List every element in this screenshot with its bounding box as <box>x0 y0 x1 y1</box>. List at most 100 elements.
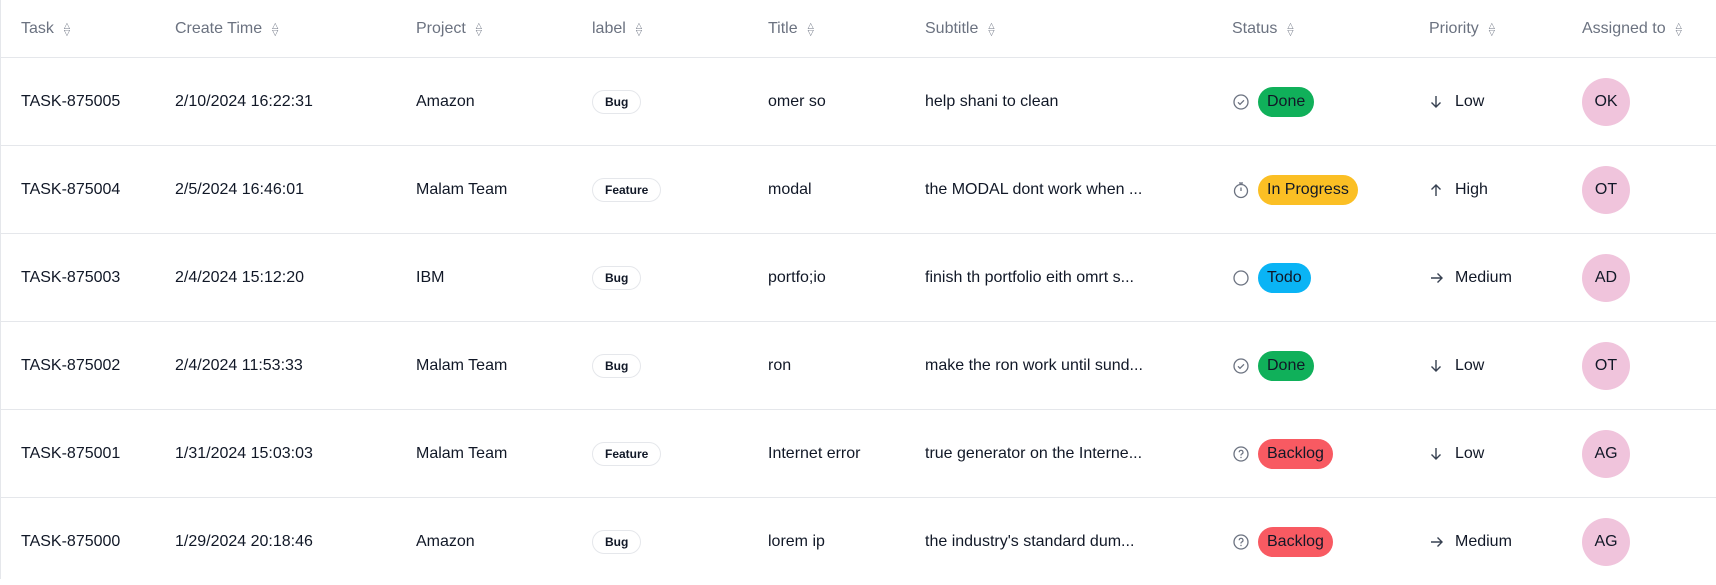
sort-icon[interactable]: △ ▽ <box>988 21 994 36</box>
priority-label: Medium <box>1455 268 1512 286</box>
column-header-project[interactable]: Project △ ▽ <box>396 20 572 38</box>
task-id-cell: TASK-875001 <box>1 445 155 463</box>
stopwatch-icon <box>1232 181 1250 199</box>
task-subtitle-cell: help shani to clean <box>905 93 1212 111</box>
circle-icon <box>1232 269 1250 287</box>
assignee-cell: OK <box>1562 77 1716 126</box>
column-header-label: Assigned to <box>1582 19 1666 37</box>
table-row[interactable]: TASK-875005 2/10/2024 16:22:31 Amazon Bug om… <box>1 58 1716 146</box>
task-subtitle: the MODAL dont work when ... <box>925 180 1143 198</box>
arrow-up-icon <box>1429 182 1447 198</box>
task-id-cell: TASK-875003 <box>1 269 155 287</box>
column-header-label[interactable]: label △ ▽ <box>572 20 748 38</box>
column-header-subtitle[interactable]: Subtitle △ ▽ <box>905 20 1212 38</box>
avatar[interactable]: OT <box>1582 165 1630 214</box>
arrow-down-icon <box>1429 358 1447 374</box>
sort-icon[interactable]: △ ▽ <box>1489 21 1495 36</box>
assignee-cell: AG <box>1562 517 1716 566</box>
help-circle-icon <box>1232 445 1250 463</box>
label-cell: Bug <box>572 529 748 554</box>
project-name-cell: Amazon <box>396 533 572 551</box>
table-row[interactable]: TASK-875003 2/4/2024 15:12:20 IBM Bug portfo… <box>1 234 1716 322</box>
priority-label: Medium <box>1455 532 1512 550</box>
table-row[interactable]: TASK-875002 2/4/2024 11:53:33 Malam Team Bu… <box>1 322 1716 410</box>
priority-cell: Medium <box>1409 533 1562 551</box>
check-circle-icon <box>1232 357 1250 375</box>
project-name-cell: IBM <box>396 269 572 287</box>
table-row[interactable]: TASK-875001 1/31/2024 15:03:03 Malam Team F… <box>1 410 1716 498</box>
task-subtitle-cell: true generator on the Interne... <box>905 445 1212 463</box>
task-subtitle-cell: finish th portfolio eith omrt s... <box>905 269 1212 287</box>
task-title-cell: Internet error <box>748 445 905 463</box>
task-id: TASK-875000 <box>21 532 121 550</box>
assignee-cell: OT <box>1562 341 1716 390</box>
create-time: 1/29/2024 20:18:46 <box>175 532 313 550</box>
column-header-create-time[interactable]: Create Time △ ▽ <box>155 20 396 38</box>
project-name: Amazon <box>416 532 475 550</box>
task-title-cell: omer so <box>748 93 905 111</box>
status-badge: Todo <box>1258 262 1311 293</box>
task-title: omer so <box>768 92 826 110</box>
column-header-label: Priority <box>1429 19 1479 37</box>
task-subtitle: the industry's standard dum... <box>925 532 1135 550</box>
label-cell: Bug <box>572 265 748 290</box>
task-id-cell: TASK-875000 <box>1 533 155 551</box>
table-row[interactable]: TASK-875000 1/29/2024 20:18:46 Amazon Bug lo… <box>1 498 1716 585</box>
assignee-cell: AD <box>1562 253 1716 302</box>
table-body: TASK-875005 2/10/2024 16:22:31 Amazon Bug om… <box>1 58 1716 585</box>
task-subtitle-cell: make the ron work until sund... <box>905 357 1212 375</box>
sort-icon[interactable]: △ ▽ <box>1287 21 1293 36</box>
avatar[interactable]: AG <box>1582 429 1630 478</box>
column-header-label: Subtitle <box>925 19 979 37</box>
status-badge: Done <box>1258 350 1315 381</box>
arrow-down-icon <box>1429 446 1447 462</box>
sort-icon[interactable]: △ ▽ <box>64 21 70 36</box>
task-id: TASK-875001 <box>21 444 121 462</box>
column-header-label: Project <box>416 19 466 37</box>
create-time: 2/4/2024 11:53:33 <box>175 356 303 374</box>
column-header-title[interactable]: Title △ ▽ <box>748 20 905 38</box>
sort-icon[interactable]: △ ▽ <box>476 21 482 36</box>
task-title-cell: ron <box>748 357 905 375</box>
label-badge: Feature <box>592 441 662 466</box>
task-subtitle: finish th portfolio eith omrt s... <box>925 268 1134 286</box>
task-subtitle: make the ron work until sund... <box>925 356 1143 374</box>
task-id: TASK-875005 <box>21 92 121 110</box>
status-cell: Backlog <box>1212 526 1409 557</box>
task-title-cell: lorem ip <box>748 533 905 551</box>
priority-cell: Medium <box>1409 269 1562 287</box>
priority-label: Low <box>1455 92 1485 110</box>
avatar[interactable]: AG <box>1582 517 1630 566</box>
task-title: modal <box>768 180 812 198</box>
priority-cell: Low <box>1409 357 1562 375</box>
column-header-label: Create Time <box>175 19 263 37</box>
priority-cell: Low <box>1409 93 1562 111</box>
help-circle-icon <box>1232 533 1250 551</box>
label-badge: Bug <box>592 529 642 554</box>
label-badge: Feature <box>592 177 662 202</box>
create-time-cell: 2/4/2024 15:12:20 <box>155 269 396 287</box>
avatar[interactable]: OK <box>1582 77 1630 126</box>
task-id: TASK-875002 <box>21 356 121 374</box>
column-header-assigned-to[interactable]: Assigned to △ ▽ <box>1562 20 1716 38</box>
avatar[interactable]: AD <box>1582 253 1630 302</box>
table-row[interactable]: TASK-875004 2/5/2024 16:46:01 Malam Team Fe… <box>1 146 1716 234</box>
avatar[interactable]: OT <box>1582 341 1630 390</box>
column-header-label: Status <box>1232 19 1278 37</box>
column-header-priority[interactable]: Priority △ ▽ <box>1409 20 1562 38</box>
column-header-label: Task <box>21 19 54 37</box>
create-time-cell: 1/31/2024 15:03:03 <box>155 445 396 463</box>
status-badge: Done <box>1258 86 1315 117</box>
priority-cell: Low <box>1409 445 1562 463</box>
task-title: portfo;io <box>768 268 826 286</box>
column-header-task[interactable]: Task △ ▽ <box>1 20 155 38</box>
sort-icon[interactable]: △ ▽ <box>1676 21 1682 36</box>
task-id: TASK-875004 <box>21 180 121 198</box>
status-cell: Backlog <box>1212 438 1409 469</box>
sort-icon[interactable]: △ ▽ <box>636 21 642 36</box>
sort-icon[interactable]: △ ▽ <box>272 21 278 36</box>
sort-icon[interactable]: △ ▽ <box>808 21 814 36</box>
status-badge: Backlog <box>1258 526 1333 557</box>
column-header-status[interactable]: Status △ ▽ <box>1212 20 1409 38</box>
arrow-down-icon <box>1429 94 1447 110</box>
